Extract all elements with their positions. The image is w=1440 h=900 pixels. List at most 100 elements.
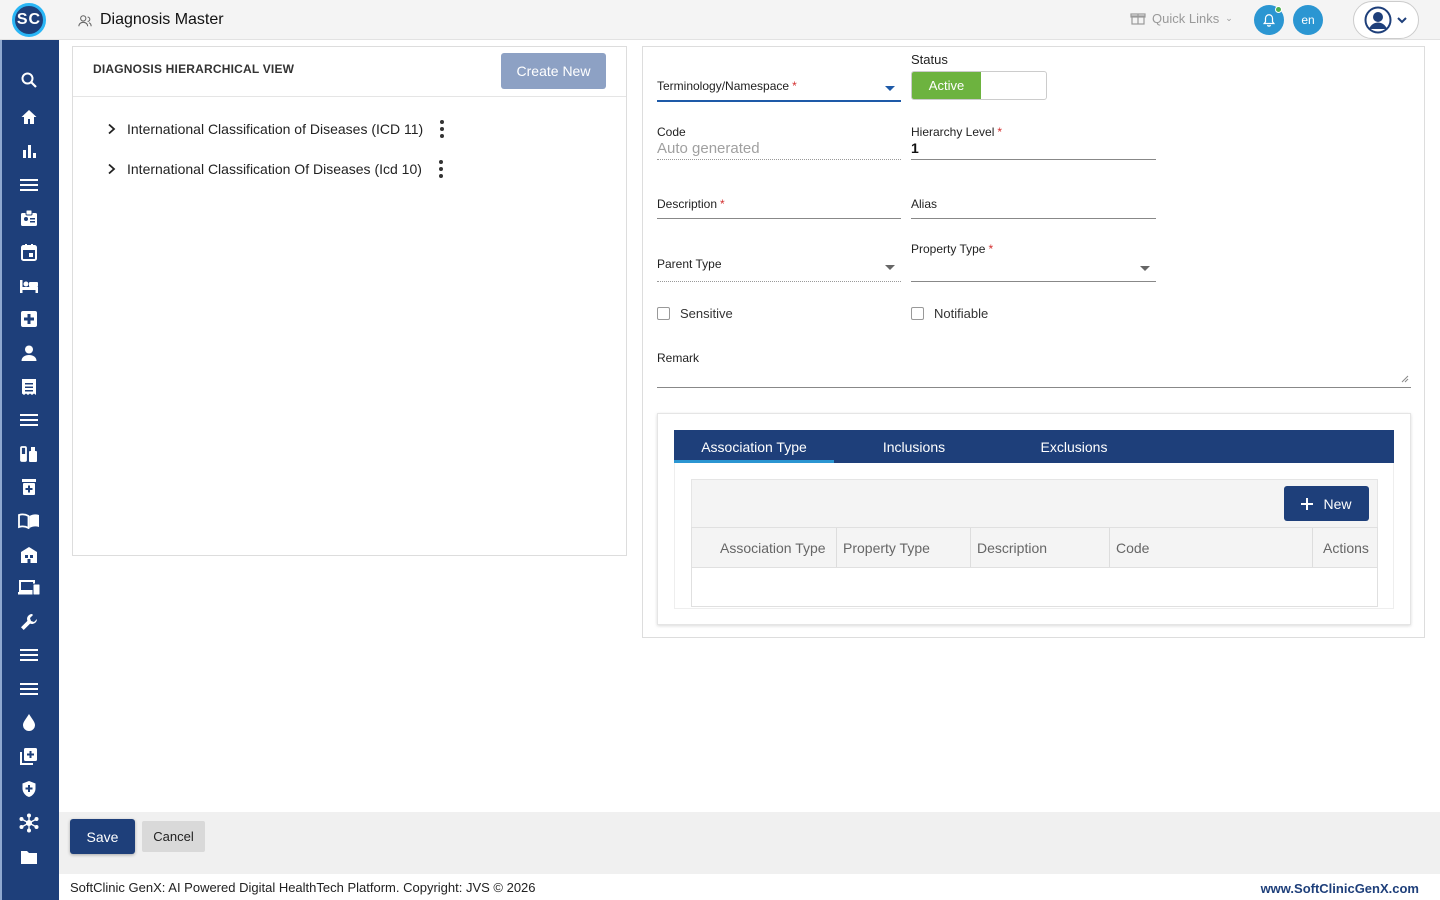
terminology-label: Terminology/Namespace * [657, 79, 797, 93]
bed-icon[interactable] [18, 275, 40, 297]
more-vert-icon[interactable] [437, 119, 447, 139]
chevron-right-icon[interactable] [101, 163, 121, 175]
chevron-right-icon[interactable] [101, 123, 121, 135]
code-value: Auto generated [657, 140, 760, 157]
tree-node-label[interactable]: International Classification Of Diseases… [127, 161, 422, 177]
column-header[interactable]: Description [971, 528, 1110, 567]
dropdown-arrow-icon [1140, 266, 1150, 271]
remark-label: Remark [657, 351, 700, 365]
user-menu-button[interactable] [1353, 1, 1419, 39]
new-association-button[interactable]: New [1284, 486, 1369, 521]
calendar-icon[interactable] [18, 241, 40, 263]
column-header[interactable]: Association Type [692, 528, 837, 567]
quick-links-menu[interactable]: Quick Links ⌄ [1130, 10, 1233, 26]
book-icon[interactable] [18, 510, 40, 532]
menu-icon[interactable] [18, 678, 40, 700]
more-vert-icon[interactable] [436, 159, 446, 179]
property-type-select[interactable]: Property Type * [911, 242, 1156, 284]
status-label: Status [911, 52, 948, 67]
menu-icon[interactable] [18, 174, 40, 196]
users-icon [78, 15, 92, 27]
sidebar [0, 40, 59, 900]
status-active-option[interactable]: Active [912, 72, 981, 99]
app-logo[interactable]: SC [12, 3, 46, 37]
tab-association-type[interactable]: Association Type [674, 430, 834, 463]
bell-icon [1262, 14, 1276, 27]
folder-icon[interactable] [18, 846, 40, 868]
pharmacy-icon[interactable] [18, 476, 40, 498]
footer-website-link[interactable]: www.SoftClinicGenX.com [1261, 881, 1419, 896]
notifiable-checkbox[interactable] [911, 307, 924, 320]
add-box-icon[interactable] [18, 745, 40, 767]
list-icon[interactable] [18, 409, 40, 431]
sensitive-checkbox-row[interactable]: Sensitive [657, 306, 733, 321]
grid-header: Association Type Property Type Descripti… [691, 527, 1378, 568]
drop-icon[interactable] [18, 711, 40, 733]
building-icon[interactable] [18, 544, 40, 566]
action-bar: Save Cancel [59, 812, 1440, 874]
code-label: Code [657, 125, 686, 139]
parent-type-select[interactable]: Parent Type [657, 257, 901, 284]
save-button[interactable]: Save [70, 819, 135, 854]
hierarchy-level-label: Hierarchy Level * [911, 125, 1003, 139]
wrench-icon[interactable] [18, 611, 40, 633]
status-toggle[interactable]: Active [911, 71, 1047, 100]
alias-field[interactable]: Alias [911, 197, 1156, 221]
shield-icon[interactable] [18, 778, 40, 800]
chevron-down-icon [1397, 17, 1407, 24]
badge-icon[interactable] [18, 207, 40, 229]
hierarchy-level-value[interactable]: 1 [911, 140, 1156, 156]
dropdown-arrow-icon [885, 86, 895, 91]
notifiable-label: Notifiable [934, 306, 989, 321]
footer-copyright: SoftClinic GenX: AI Powered Digital Heal… [70, 880, 536, 895]
sensitive-label: Sensitive [680, 306, 733, 321]
tree-node[interactable]: International Classification of Diseases… [101, 117, 447, 141]
language-button[interactable]: en [1293, 5, 1323, 35]
quick-links-label: Quick Links [1152, 10, 1220, 26]
tab-exclusions[interactable]: Exclusions [994, 430, 1154, 463]
new-button-label: New [1323, 495, 1352, 512]
tree-node[interactable]: International Classification Of Diseases… [101, 157, 446, 181]
medical-plus-icon[interactable] [18, 308, 40, 330]
search-icon[interactable] [18, 69, 40, 91]
grid-body [691, 567, 1378, 607]
description-field[interactable]: Description * [657, 197, 901, 221]
code-field: Code Auto generated [657, 125, 901, 161]
diagnosis-form-panel: Terminology/Namespace * Status Active Cod… [642, 46, 1425, 638]
grid-toolbar: New [691, 479, 1378, 528]
description-label: Description * [657, 197, 725, 211]
tab-content: New Association Type Property Type Descr… [674, 463, 1394, 609]
cancel-button[interactable]: Cancel [142, 821, 205, 852]
remark-textarea[interactable]: Remark [657, 351, 1411, 389]
column-header: Actions [1323, 539, 1369, 556]
plus-icon [1301, 497, 1314, 510]
hierarchy-level-field[interactable]: Hierarchy Level * 1 [911, 125, 1156, 161]
terminology-select[interactable]: Terminology/Namespace * [657, 73, 901, 103]
menu-icon[interactable] [18, 644, 40, 666]
devices-icon[interactable] [18, 577, 40, 599]
hierarchy-panel: DIAGNOSIS HIERARCHICAL VIEW Create New I… [72, 46, 627, 556]
resize-handle-icon[interactable] [1401, 375, 1409, 383]
gift-icon [1130, 13, 1146, 25]
home-icon[interactable] [18, 106, 40, 128]
person-icon[interactable] [18, 342, 40, 364]
hub-icon[interactable] [18, 812, 40, 834]
property-type-label: Property Type * [911, 242, 994, 256]
hierarchy-panel-header: DIAGNOSIS HIERARCHICAL VIEW Create New [73, 47, 626, 97]
footer: SoftClinic GenX: AI Powered Digital Heal… [59, 874, 1440, 900]
association-card: Association Type Inclusions Exclusions N… [657, 413, 1411, 625]
tree-node-label[interactable]: International Classification of Diseases… [127, 121, 423, 137]
notifications-button[interactable] [1254, 5, 1284, 35]
receipt-icon[interactable] [18, 376, 40, 398]
notifiable-checkbox-row[interactable]: Notifiable [911, 306, 988, 321]
chart-icon[interactable] [18, 140, 40, 162]
column-header[interactable]: Property Type [837, 528, 971, 567]
parent-type-label: Parent Type [657, 257, 722, 271]
top-bar: SC Diagnosis Master Quick Links ⌄ en [0, 0, 1440, 40]
column-header[interactable]: Code [1110, 528, 1313, 567]
create-new-button[interactable]: Create New [501, 53, 606, 89]
tab-inclusions[interactable]: Inclusions [834, 430, 994, 463]
dropdown-arrow-icon [885, 265, 895, 270]
sensitive-checkbox[interactable] [657, 307, 670, 320]
lab-icon[interactable] [18, 443, 40, 465]
